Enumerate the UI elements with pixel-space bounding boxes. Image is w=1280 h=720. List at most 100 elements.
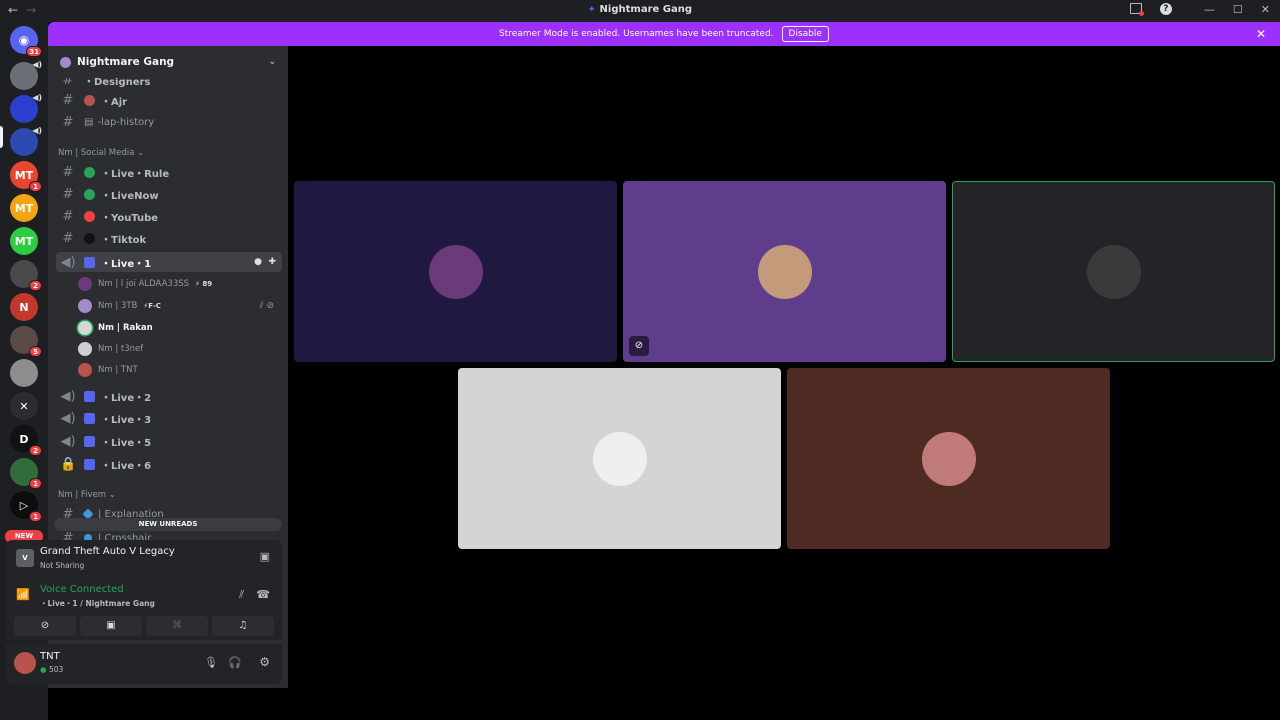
channel-ajr[interactable]: # ・Ajr: [56, 90, 282, 110]
video-tile[interactable]: [458, 368, 781, 549]
server-header[interactable]: Nightmare Gang ⌄: [48, 46, 288, 78]
document-icon: ▤: [84, 116, 94, 128]
server-badge: 5: [29, 346, 42, 357]
server-label: ▷: [19, 498, 29, 512]
screen-share-icon[interactable]: ▣: [260, 550, 270, 563]
voice-user[interactable]: Nm | TNT: [78, 360, 278, 380]
speaker-icon: ◀): [32, 93, 42, 102]
close-window-button[interactable]: ✕: [1261, 3, 1270, 16]
voice-user-name: Nm | TNT: [98, 365, 138, 375]
voice-channel-name[interactable]: ・Live・1 / Nightmare Gang: [40, 598, 155, 609]
screen-share-icon: ▣: [106, 620, 116, 631]
speaker-icon: ◀): [32, 60, 42, 69]
signal-icon: 📶: [16, 588, 30, 601]
sharing-status: Not Sharing: [40, 561, 85, 570]
voice-user-name: Nm | Rakan: [98, 323, 153, 333]
server-icon[interactable]: [10, 359, 38, 387]
server-label: D: [19, 432, 29, 446]
voice-channel[interactable]: 🔒 ・Live・6: [56, 454, 282, 474]
inbox-icon[interactable]: [1129, 3, 1144, 16]
server-icon[interactable]: D2: [10, 425, 42, 456]
avatar: [921, 431, 976, 486]
channel-item[interactable]: # ・Live・Rule: [56, 162, 282, 182]
speaker-icon: ◀): [60, 433, 76, 449]
speaker-icon: ◀): [60, 410, 76, 426]
server-label: ✕: [19, 399, 29, 413]
chevron-down-icon: ⌄: [137, 148, 145, 158]
channel-emoji-icon: [84, 458, 95, 470]
video-tile[interactable]: ⊘: [623, 181, 946, 362]
server-icon[interactable]: ▷ 1: [10, 491, 42, 522]
server-icon[interactable]: ✕: [10, 392, 38, 420]
server-icon[interactable]: 2: [10, 260, 42, 291]
help-icon[interactable]: ?: [1159, 3, 1172, 15]
user-status: ● 503: [40, 665, 63, 674]
video-tile[interactable]: [787, 368, 1110, 549]
video-tile[interactable]: [952, 181, 1275, 362]
avatar: [428, 244, 483, 299]
disconnect-icon[interactable]: ☎: [256, 588, 270, 601]
maximize-button[interactable]: ☐: [1233, 3, 1243, 16]
voice-channel[interactable]: ◀) ・Live・5: [56, 431, 282, 451]
minimize-button[interactable]: —: [1204, 3, 1215, 16]
category-social-media[interactable]: Nm | Social Media ⌄: [58, 148, 144, 158]
server-icon[interactable]: ◀): [10, 126, 42, 156]
server-glyph-icon: ✦: [588, 5, 596, 15]
voice-channel[interactable]: ◀) ・Live・2: [56, 386, 282, 406]
video-tile[interactable]: [294, 181, 617, 362]
server-icon[interactable]: MT: [10, 227, 38, 255]
noise-suppression-icon[interactable]: ⫽: [239, 588, 244, 602]
avatar: [78, 342, 92, 356]
channel-item[interactable]: # ・YouTube: [56, 206, 282, 226]
voice-user[interactable]: Nm | Rakan: [78, 318, 278, 338]
category-fivem[interactable]: Nm | Fivem ⌄: [58, 490, 116, 500]
soundboard-button[interactable]: ♫: [212, 616, 274, 636]
channel-emoji-icon: [84, 412, 95, 424]
voice-user[interactable]: Nm | t3nef: [78, 339, 278, 359]
status-icon: ●: [40, 665, 47, 674]
server-icon[interactable]: MT 1: [10, 161, 42, 192]
home-button[interactable]: ◉ 31: [10, 26, 42, 57]
voice-user[interactable]: Nm | l joi ALDAA33SS ⚡ 89: [78, 274, 278, 294]
server-icon[interactable]: N: [10, 293, 38, 321]
channel-name: ・Live・3: [101, 414, 152, 426]
server-icon[interactable]: ◀): [10, 60, 42, 90]
channel-lap-history[interactable]: # ▤ -lap-history: [56, 112, 282, 132]
title-bar: ← → ✦ Nightmare Gang ? — ☐ ✕: [0, 0, 1280, 22]
chevron-down-icon[interactable]: ⌄: [268, 57, 276, 67]
microphone-icon[interactable]: 🎙: [204, 656, 218, 669]
hash-icon: #: [62, 92, 74, 108]
server-badge: 2: [29, 280, 42, 291]
channel-name: ・LiveNow: [101, 190, 159, 202]
gear-icon[interactable]: ⚙: [259, 655, 270, 669]
chat-bubble-icon[interactable]: ●: [254, 257, 262, 267]
user-tag: ⚡ 89: [195, 280, 213, 288]
server-icon[interactable]: ◀): [10, 93, 42, 123]
screen-share-button[interactable]: ▣: [80, 616, 142, 636]
server-icon[interactable]: MT: [10, 194, 38, 222]
banner-close-icon[interactable]: ✕: [1256, 27, 1266, 41]
user-panel: TNT ● 503 🎙 🎧 ⚙: [6, 644, 282, 684]
channel-item[interactable]: # ・LiveNow: [56, 184, 282, 204]
streamer-mode-banner: Streamer Mode is enabled. Usernames have…: [48, 22, 1280, 46]
add-user-icon[interactable]: ✚: [268, 257, 276, 267]
avatar: [592, 431, 647, 486]
avatar[interactable]: [14, 652, 36, 674]
voice-status[interactable]: Voice Connected: [40, 584, 124, 595]
headphones-icon[interactable]: 🎧: [228, 656, 242, 669]
server-icon: [60, 56, 71, 68]
voice-user-name: Nm | l joi ALDAA33SS: [98, 279, 190, 289]
server-icon[interactable]: 5: [10, 326, 42, 357]
user-status-text: 503: [48, 665, 64, 674]
voice-user[interactable]: Nm | 3TB ⚡F-C ⫽ ⊘: [78, 296, 278, 316]
voice-channel-live-1[interactable]: ◀) ・Live・1 ● ✚: [56, 252, 282, 272]
activity-button[interactable]: ⌘: [146, 616, 208, 636]
camera-button[interactable]: ⊘: [14, 616, 76, 636]
speaker-icon: ◀): [60, 254, 76, 270]
new-unreads-banner[interactable]: NEW UNREADS: [54, 518, 282, 531]
server-icon[interactable]: 1: [10, 458, 42, 489]
voice-channel[interactable]: ◀) ・Live・3: [56, 408, 282, 428]
channel-item[interactable]: # ・Tiktok: [56, 228, 282, 248]
category-label: Nm | Fivem: [58, 490, 107, 500]
disable-button[interactable]: Disable: [781, 26, 829, 42]
